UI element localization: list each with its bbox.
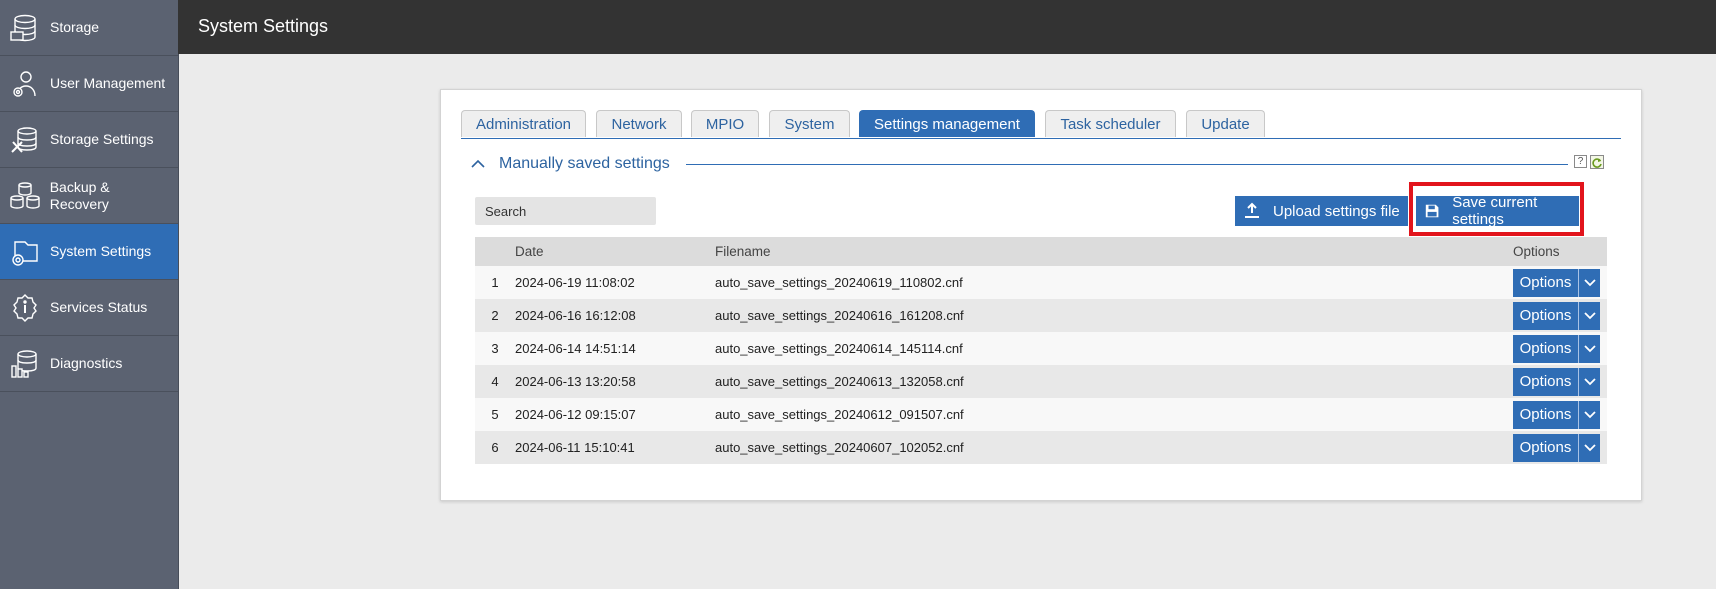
table-row: 4 2024-06-13 13:20:58 auto_save_settings… [475, 365, 1607, 398]
row-date: 2024-06-13 13:20:58 [515, 365, 715, 398]
row-date: 2024-06-16 16:12:08 [515, 299, 715, 332]
sidebar-item-system-settings[interactable]: System Settings [0, 224, 178, 280]
search-input[interactable] [475, 197, 656, 225]
options-label: Options [1519, 274, 1572, 291]
column-header-options: Options [1513, 237, 1607, 266]
sidebar: Storage User Management Storage Settings… [0, 0, 179, 589]
table-header-row: Date Filename Options [475, 237, 1607, 266]
options-button[interactable]: Options [1513, 433, 1600, 462]
table-row: 1 2024-06-19 11:08:02 auto_save_settings… [475, 266, 1607, 299]
row-number: 4 [475, 365, 515, 398]
options-label: Options [1519, 373, 1572, 390]
services-status-icon [0, 280, 50, 336]
sidebar-item-storage[interactable]: Storage [0, 0, 178, 56]
options-label: Options [1519, 307, 1572, 324]
options-button[interactable]: Options [1513, 334, 1600, 363]
storage-icon [0, 0, 50, 56]
sidebar-item-label: System Settings [50, 243, 152, 259]
row-filename: auto_save_settings_20240612_091507.cnf [715, 398, 1513, 431]
chevron-down-icon[interactable] [1578, 334, 1600, 363]
row-date: 2024-06-11 15:10:41 [515, 431, 715, 464]
storage-settings-icon [0, 112, 50, 168]
upload-icon [1245, 202, 1259, 218]
sidebar-item-label: Services Status [50, 299, 148, 315]
tab-mpio[interactable]: MPIO [691, 110, 759, 137]
page-title: System Settings [198, 16, 329, 36]
row-number: 5 [475, 398, 515, 431]
row-number: 1 [475, 266, 515, 299]
tab-settings-management[interactable]: Settings management [859, 110, 1035, 137]
column-header-filename[interactable]: Filename [715, 237, 1513, 266]
table-row: 2 2024-06-16 16:12:08 auto_save_settings… [475, 299, 1607, 332]
row-date: 2024-06-14 14:51:14 [515, 332, 715, 365]
top-header: System Settings [178, 0, 1716, 54]
sidebar-item-user-management[interactable]: User Management [0, 56, 178, 112]
sidebar-item-label: Storage Settings [50, 131, 154, 147]
tab-task-scheduler[interactable]: Task scheduler [1045, 110, 1176, 137]
options-button[interactable]: Options [1513, 301, 1600, 330]
row-filename: auto_save_settings_20240619_110802.cnf [715, 266, 1513, 299]
tab-bar: Administration Network MPIO System Setti… [461, 110, 1621, 139]
chevron-down-icon[interactable] [1578, 367, 1600, 396]
refresh-icon[interactable] [1590, 155, 1604, 169]
tab-system[interactable]: System [769, 110, 850, 137]
column-header-num [475, 237, 515, 266]
settings-panel: Administration Network MPIO System Setti… [440, 89, 1642, 501]
options-label: Options [1519, 406, 1572, 423]
chevron-down-icon[interactable] [1578, 400, 1600, 429]
table-row: 5 2024-06-12 09:15:07 auto_save_settings… [475, 398, 1607, 431]
system-settings-icon [0, 224, 50, 280]
row-filename: auto_save_settings_20240613_132058.cnf [715, 365, 1513, 398]
options-button[interactable]: Options [1513, 268, 1600, 297]
upload-settings-button[interactable]: Upload settings file [1235, 196, 1408, 226]
user-management-icon [0, 56, 50, 112]
sidebar-item-label: Backup & Recovery [49, 178, 110, 212]
settings-table: Date Filename Options 1 2024-06-19 11:08… [475, 237, 1607, 464]
sidebar-item-storage-settings[interactable]: Storage Settings [0, 112, 178, 168]
table-row: 6 2024-06-11 15:10:41 auto_save_settings… [475, 431, 1607, 464]
section-title: Manually saved settings [499, 155, 670, 172]
row-filename: auto_save_settings_20240614_145114.cnf [715, 332, 1513, 365]
backup-recovery-icon [0, 168, 50, 224]
row-number: 2 [475, 299, 515, 332]
chevron-down-icon[interactable] [1578, 301, 1600, 330]
upload-button-label: Upload settings file [1273, 202, 1400, 220]
chevron-down-icon[interactable] [1578, 268, 1600, 297]
help-icon[interactable]: ? [1574, 155, 1587, 168]
tab-update[interactable]: Update [1186, 110, 1265, 137]
row-filename: auto_save_settings_20240616_161208.cnf [715, 299, 1513, 332]
tab-network[interactable]: Network [596, 110, 682, 137]
sidebar-item-label: Storage [50, 19, 100, 35]
row-number: 6 [475, 431, 515, 464]
options-button[interactable]: Options [1513, 400, 1600, 429]
chevron-down-icon[interactable] [1578, 433, 1600, 462]
highlight-box [1409, 182, 1584, 236]
options-button[interactable]: Options [1513, 367, 1600, 396]
column-header-date[interactable]: Date [515, 237, 715, 266]
sidebar-item-services-status[interactable]: Services Status [0, 280, 178, 336]
section-header: Manually saved settings [471, 153, 670, 175]
row-date: 2024-06-19 11:08:02 [515, 266, 715, 299]
options-label: Options [1519, 340, 1572, 357]
tab-administration[interactable]: Administration [461, 110, 586, 137]
table-row: 3 2024-06-14 14:51:14 auto_save_settings… [475, 332, 1607, 365]
row-number: 3 [475, 332, 515, 365]
section-divider [686, 164, 1568, 165]
sidebar-item-diagnostics[interactable]: Diagnostics [0, 336, 178, 392]
row-filename: auto_save_settings_20240607_102052.cnf [715, 431, 1513, 464]
options-label: Options [1519, 439, 1572, 456]
sidebar-item-label: User Management [50, 75, 166, 91]
chevron-up-icon[interactable] [471, 156, 491, 172]
row-date: 2024-06-12 09:15:07 [515, 398, 715, 431]
sidebar-item-backup-recovery[interactable]: Backup & Recovery [0, 168, 178, 224]
sidebar-item-label: Diagnostics [50, 355, 123, 371]
diagnostics-icon [0, 336, 50, 392]
